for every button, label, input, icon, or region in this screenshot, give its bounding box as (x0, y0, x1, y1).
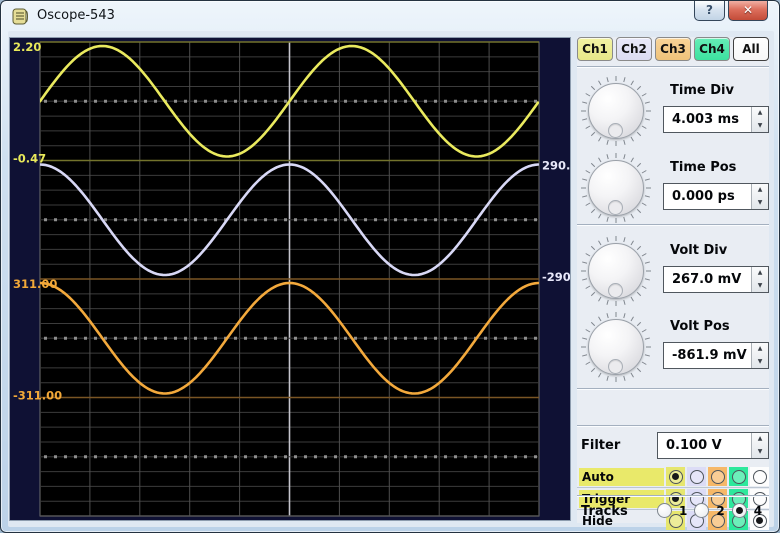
window-title: Oscope-543 (37, 8, 115, 23)
knob-indicator (608, 283, 623, 298)
app-window: Oscope-543 ? ✕ 2.20 -0.47 290.4 -290.0 311.0… (0, 0, 780, 533)
auto-radio-ch2[interactable] (687, 467, 706, 486)
auto-radio-group (666, 467, 769, 486)
volt-div-value[interactable]: 267.0 mV (664, 267, 751, 292)
volt-pos-section: Volt Pos -861.9 mV ▲ ▼ (577, 309, 769, 385)
filter-row: Filter 0.100 V ▲ ▼ (577, 431, 769, 461)
spin-buttons: ▲ ▼ (751, 267, 768, 292)
spin-buttons: ▲ ▼ (751, 343, 768, 368)
time-div-spinbox[interactable]: 4.003 ms ▲ ▼ (663, 106, 769, 133)
tracks-radio-4[interactable] (731, 503, 747, 518)
channel-button-all[interactable]: All (733, 37, 769, 61)
time-div-knob[interactable] (580, 75, 652, 147)
channel-button-ch2[interactable]: Ch2 (616, 37, 652, 61)
channel-button-ch4[interactable]: Ch4 (694, 37, 730, 61)
scope-plot: 2.20 -0.47 290.4 -290.0 311.00 -311.00 (10, 38, 583, 520)
spin-up-icon[interactable]: ▲ (752, 433, 768, 446)
auto-radio-all[interactable] (750, 467, 769, 486)
channel-button-ch1[interactable]: Ch1 (577, 37, 613, 61)
auto-radio-ch3[interactable] (708, 467, 727, 486)
volt-div-section: Volt Div 267.0 mV ▲ ▼ (577, 233, 769, 309)
channel-button-ch3[interactable]: Ch3 (655, 37, 691, 61)
knob-indicator (608, 200, 623, 215)
time-pos-label: Time Pos (670, 160, 737, 175)
volt-div-label: Volt Div (670, 243, 728, 258)
radio-circle[interactable] (731, 469, 746, 484)
auto-radio-ch1[interactable] (666, 467, 685, 486)
ch2-max-label: 290.4 (542, 159, 570, 173)
tracks-options: 1 2 4 (657, 503, 762, 518)
volt-pos-label: Volt Pos (670, 319, 730, 334)
spin-up-icon[interactable]: ▲ (752, 184, 768, 197)
ch1-min-label: -0.47 (13, 152, 46, 166)
spin-down-icon[interactable]: ▼ (752, 446, 768, 459)
tracks-label: Tracks (581, 504, 628, 519)
spin-down-icon[interactable]: ▼ (752, 120, 768, 133)
time-pos-section: Time Pos 0.000 ps ▲ ▼ (577, 150, 769, 226)
time-div-label: Time Div (670, 83, 734, 98)
knob-indicator (608, 359, 623, 374)
control-panel: Ch1 Ch2 Ch3 Ch4 All Time Div 4.003 ms ▲ ▼ (577, 37, 769, 530)
ch2-min-label: -290.0 (542, 270, 570, 284)
auto-radio-ch4[interactable] (729, 467, 748, 486)
title-bar[interactable]: Oscope-543 ? ✕ (1, 1, 779, 31)
radio-dot (735, 507, 743, 514)
ch3-max-label: 311.00 (13, 277, 57, 291)
spin-buttons: ▲ ▼ (751, 184, 768, 209)
separator (577, 495, 769, 497)
spin-down-icon[interactable]: ▼ (752, 197, 768, 210)
help-button[interactable]: ? (694, 1, 725, 21)
filter-spinbox[interactable]: 0.100 V ▲ ▼ (657, 432, 769, 459)
volt-pos-knob[interactable] (580, 311, 652, 383)
radio-circle[interactable] (752, 469, 767, 484)
window-content: 2.20 -0.47 290.4 -290.0 311.00 -311.00 Ch1Ch2… (8, 31, 774, 530)
volt-pos-value[interactable]: -861.9 mV (664, 343, 751, 368)
volt-pos-spinbox[interactable]: -861.9 mV ▲ ▼ (663, 342, 769, 369)
app-icon (12, 8, 28, 25)
auto-label: Auto (579, 468, 664, 486)
scope-display: 2.20 -0.47 290.4 -290.0 311.00 -311.00 (9, 37, 583, 521)
tracks-option-label: 4 (753, 503, 763, 518)
volt-div-spinbox[interactable]: 267.0 mV ▲ ▼ (663, 266, 769, 293)
time-pos-value[interactable]: 0.000 ps (664, 184, 751, 209)
radio-circle[interactable] (668, 469, 683, 484)
time-pos-spinbox[interactable]: 0.000 ps ▲ ▼ (663, 183, 769, 210)
tracks-option-label: 1 (679, 503, 688, 518)
spin-buttons: ▲ ▼ (751, 433, 768, 458)
radio-circle[interactable] (710, 469, 725, 484)
filter-label: Filter (581, 438, 621, 453)
tracks-row: Tracks 1 2 4 (577, 500, 769, 524)
spin-buttons: ▲ ▼ (751, 107, 768, 132)
separator (577, 66, 769, 68)
tracks-option-label: 2 (716, 503, 725, 518)
filter-value[interactable]: 0.100 V (658, 433, 751, 458)
spin-up-icon[interactable]: ▲ (752, 107, 768, 120)
tracks-radio-2[interactable] (694, 503, 710, 518)
spin-down-icon[interactable]: ▼ (752, 356, 768, 369)
mode-row-auto: Auto (577, 466, 769, 488)
ch1-max-label: 2.20 (13, 40, 41, 54)
spin-up-icon[interactable]: ▲ (752, 267, 768, 280)
volt-div-knob[interactable] (580, 235, 652, 307)
time-pos-knob[interactable] (580, 152, 652, 224)
ch3-min-label: -311.00 (13, 389, 62, 403)
separator (577, 425, 769, 427)
radio-dot (672, 473, 679, 480)
radio-circle[interactable] (689, 469, 704, 484)
spin-up-icon[interactable]: ▲ (752, 343, 768, 356)
channel-button-row: Ch1 Ch2 Ch3 Ch4 All (577, 37, 769, 61)
close-button[interactable]: ✕ (728, 1, 768, 21)
separator (577, 224, 769, 226)
separator (577, 388, 769, 390)
time-div-value[interactable]: 4.003 ms (664, 107, 751, 132)
tracks-radio-1[interactable] (657, 503, 672, 518)
spin-down-icon[interactable]: ▼ (752, 280, 768, 293)
time-div-section: Time Div 4.003 ms ▲ ▼ (577, 73, 769, 149)
knob-indicator (608, 123, 623, 138)
